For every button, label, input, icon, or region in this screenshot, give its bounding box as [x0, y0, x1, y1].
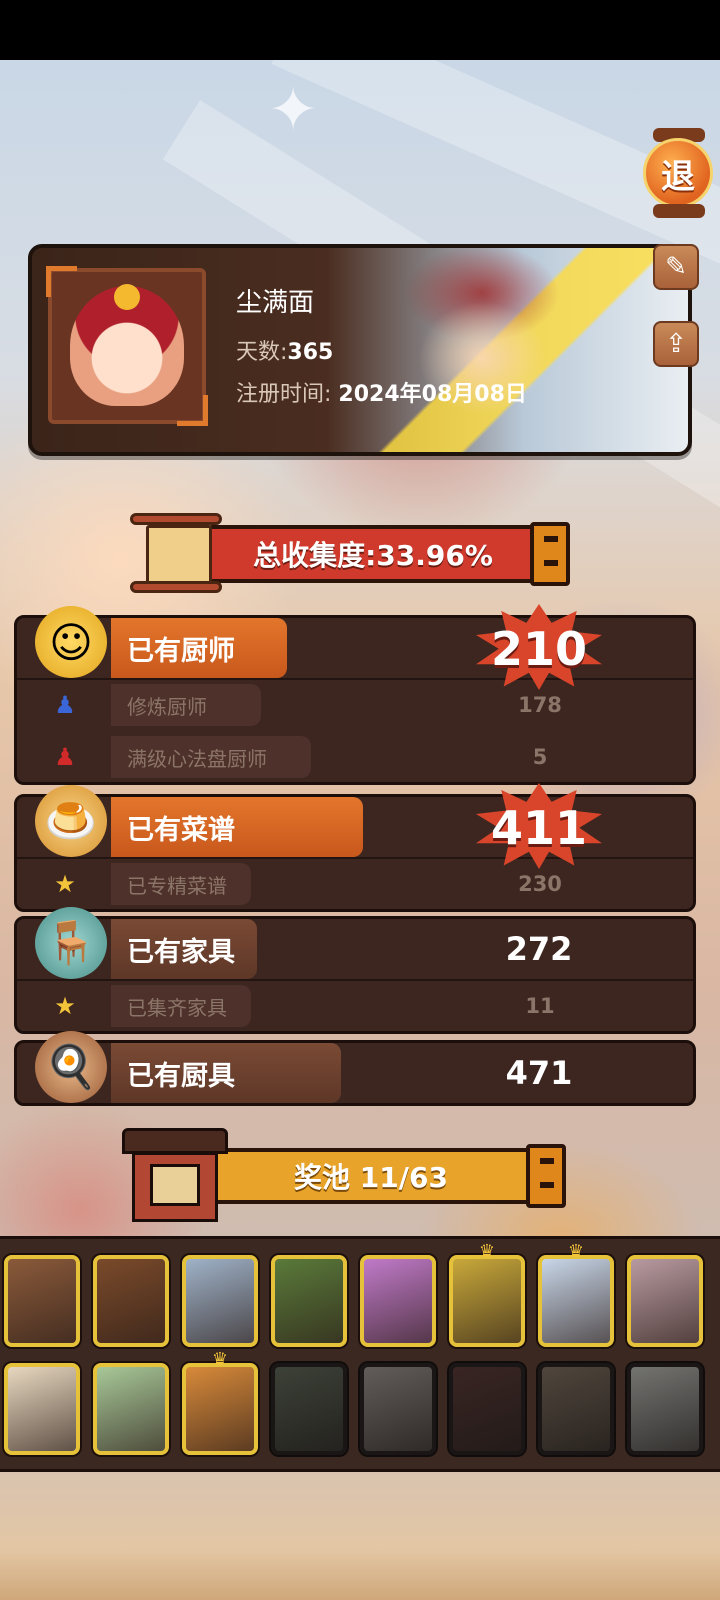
prize-card[interactable] [538, 1363, 614, 1455]
furniture-label: 已有家具 [111, 919, 257, 979]
chefs-count: 210 [490, 622, 588, 676]
star-icon: ★ [54, 992, 76, 1020]
recipes-count: 411 [490, 801, 588, 855]
red-chef-icon: ♟ [54, 743, 76, 771]
prize-card[interactable] [449, 1363, 525, 1455]
share-button[interactable]: ⇪ [653, 321, 699, 367]
prize-pool-grid: ♛ ♛ ♛ [0, 1236, 720, 1472]
prize-card[interactable] [360, 1363, 436, 1455]
prize-card[interactable] [271, 1363, 347, 1455]
profile-card: 尘满面 天数:365 注册时间: 2024年08月08日 [28, 244, 692, 456]
utensils-icon: 🍳 [35, 1031, 107, 1103]
trained-chefs-row: ♟ 修炼厨师 178 [17, 680, 693, 730]
crown-icon: ♛ [211, 1349, 229, 1370]
utensils-label: 已有厨具 [111, 1043, 341, 1103]
player-name: 尘满面 [236, 288, 315, 318]
prize-card[interactable] [4, 1363, 80, 1455]
maxed-chefs-row: ♟ 满级心法盘厨师 5 [17, 732, 693, 782]
prize-card[interactable] [4, 1255, 80, 1347]
share-icon: ⇪ [665, 329, 687, 359]
crown-icon: ♛ [478, 1241, 496, 1262]
furniture-panel[interactable]: 🪑 已有家具 272 ★ 已集齐家具 11 [14, 907, 696, 1034]
prize-card[interactable]: ♛ [538, 1243, 614, 1347]
furniture-row[interactable]: 🪑 已有家具 272 [17, 907, 693, 981]
profile-banner-art [362, 248, 688, 452]
days-value: 365 [287, 340, 334, 365]
edit-icon: ✎ [665, 252, 687, 282]
exit-button[interactable]: 退 [643, 128, 715, 218]
prize-card[interactable] [182, 1255, 258, 1347]
utensils-row[interactable]: 🍳 已有厨具 471 [17, 1031, 693, 1103]
status-bar [0, 0, 720, 60]
complete-furniture-label: 已集齐家具 [111, 985, 251, 1027]
pudding-icon: 🍮 [35, 785, 107, 857]
days-line: 天数:365 [236, 334, 333, 366]
register-date: 2024年08月08日 [338, 382, 527, 407]
prize-card[interactable]: ♛ [449, 1243, 525, 1347]
prize-card[interactable] [271, 1255, 347, 1347]
furniture-icon: 🪑 [35, 907, 107, 979]
blue-chef-icon: ♟ [54, 691, 76, 719]
maxed-chefs-label: 满级心法盘厨师 [111, 736, 311, 778]
days-label: 天数: [236, 340, 288, 365]
chefs-panel[interactable]: ☺ 已有厨师 210 ♟ 修炼厨师 178 ♟ 满级心法盘厨师 5 [14, 604, 696, 785]
register-label: 注册时间: [236, 382, 332, 407]
utensils-panel[interactable]: 🍳 已有厨具 471 [14, 1031, 696, 1106]
star-icon: ★ [54, 870, 76, 898]
scroll-icon [126, 513, 226, 597]
prize-card[interactable] [93, 1255, 169, 1347]
complete-furniture-count: 11 [525, 994, 555, 1018]
total-collection-banner: 总收集度:33.96% [208, 525, 538, 583]
prize-card[interactable] [360, 1255, 436, 1347]
prize-card[interactable] [627, 1363, 703, 1455]
trained-chefs-label: 修炼厨师 [111, 684, 261, 726]
edit-button[interactable]: ✎ [653, 244, 699, 290]
mastered-recipes-row: ★ 已专精菜谱 230 [17, 859, 693, 909]
register-line: 注册时间: 2024年08月08日 [236, 376, 527, 408]
prize-card[interactable] [93, 1363, 169, 1455]
house-icon [122, 1128, 228, 1228]
avatar-hat-icon [114, 284, 140, 310]
chef-hat-icon: ☺ [35, 606, 107, 678]
background-artwork-bottom [0, 1472, 720, 1600]
crown-icon: ♛ [567, 1241, 585, 1262]
chefs-row[interactable]: ☺ 已有厨师 210 [17, 604, 693, 690]
furniture-count: 272 [505, 930, 573, 968]
banner-end-cap [530, 522, 570, 586]
prize-card[interactable] [627, 1255, 703, 1347]
prize-card[interactable]: ♛ [182, 1351, 258, 1455]
mastered-recipes-count: 230 [518, 872, 562, 896]
chefs-label: 已有厨师 [111, 618, 287, 678]
sparkle-icon: ✦ [268, 75, 319, 145]
mastered-recipes-label: 已专精菜谱 [111, 863, 251, 905]
complete-furniture-row: ★ 已集齐家具 11 [17, 981, 693, 1031]
trained-chefs-count: 178 [518, 693, 562, 717]
recipes-panel[interactable]: 🍮 已有菜谱 411 ★ 已专精菜谱 230 [14, 783, 696, 912]
exit-label: 退 [643, 138, 713, 208]
maxed-chefs-count: 5 [532, 745, 548, 769]
banner-end-cap [526, 1144, 566, 1208]
recipes-label: 已有菜谱 [111, 797, 363, 857]
recipes-row[interactable]: 🍮 已有菜谱 411 [17, 783, 693, 869]
avatar-frame[interactable] [46, 266, 208, 426]
utensils-count: 471 [505, 1054, 573, 1092]
prize-pool-banner: 奖池 11/63 [208, 1148, 534, 1204]
